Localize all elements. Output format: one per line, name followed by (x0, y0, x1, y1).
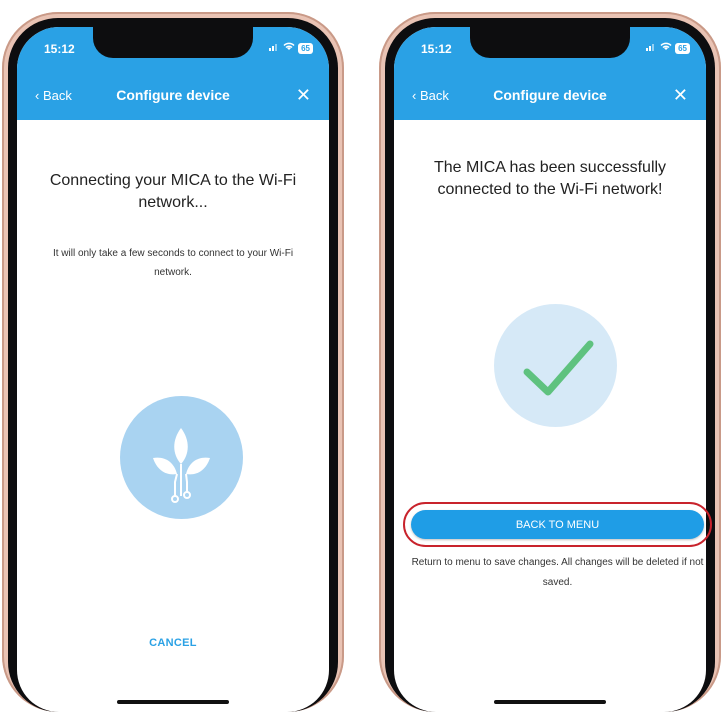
plant-circuit-icon (120, 396, 243, 519)
phone-left: 15:12 65 ‹ Back Configure device ✕ Conne… (2, 12, 344, 712)
home-indicator (494, 700, 606, 704)
back-to-menu-button[interactable]: BACK TO MENU (411, 510, 704, 539)
connecting-subtext: It will only take a few seconds to conne… (52, 248, 294, 278)
phone-right: 15:12 65 ‹ Back Configure device ✕ The M… (379, 12, 721, 712)
status-icons: 65 (269, 42, 313, 54)
close-icon[interactable]: ✕ (673, 85, 688, 106)
phone-bezel: 15:12 65 ‹ Back Configure device ✕ Conne… (8, 18, 338, 712)
checkmark-icon (494, 304, 617, 427)
screen-right: 15:12 65 ‹ Back Configure device ✕ The M… (394, 27, 706, 712)
page-title: Configure device (493, 87, 607, 103)
status-time: 15:12 (44, 42, 75, 56)
status-bar: 15:12 65 (394, 27, 706, 71)
home-indicator (117, 700, 229, 704)
status-bar: 15:12 65 (17, 27, 329, 71)
highlight-ring: BACK TO MENU (403, 502, 712, 547)
phone-bezel: 15:12 65 ‹ Back Configure device ✕ The M… (385, 18, 715, 712)
save-warning-text: Return to menu to save changes. All chan… (411, 557, 704, 588)
notch (93, 27, 253, 58)
connecting-heading: Connecting your MICA to the Wi-Fi networ… (49, 172, 297, 211)
cancel-button[interactable]: CANCEL (17, 637, 329, 649)
nav-bar: ‹ Back Configure device ✕ (394, 71, 706, 120)
notch (470, 27, 630, 58)
success-heading: The MICA has been successfully connected… (433, 159, 667, 198)
battery-icon: 65 (298, 42, 313, 54)
wifi-icon (660, 42, 672, 54)
wifi-icon (283, 42, 295, 54)
battery-icon: 65 (675, 42, 690, 54)
screen-left: 15:12 65 ‹ Back Configure device ✕ Conne… (17, 27, 329, 712)
page-title: Configure device (116, 87, 230, 103)
status-time: 15:12 (421, 42, 452, 56)
signal-icon (269, 43, 280, 54)
close-icon[interactable]: ✕ (296, 85, 311, 106)
nav-bar: ‹ Back Configure device ✕ (17, 71, 329, 120)
status-icons: 65 (646, 42, 690, 54)
signal-icon (646, 43, 657, 54)
